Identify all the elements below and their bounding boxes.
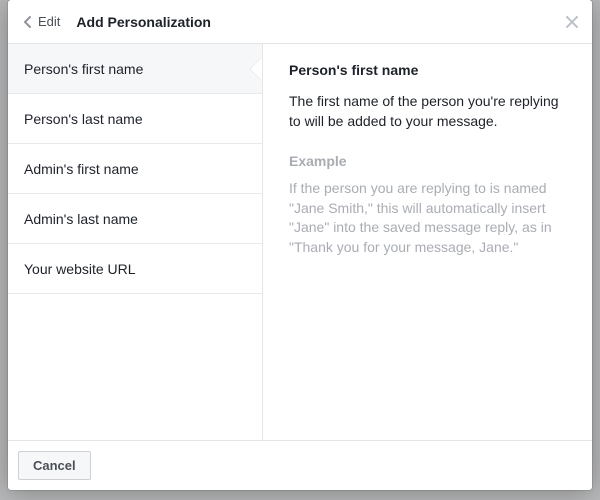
- option-website-url[interactable]: Your website URL: [8, 244, 262, 294]
- cancel-button[interactable]: Cancel: [18, 451, 91, 480]
- modal-titlebar: Edit Add Personalization: [8, 0, 592, 44]
- option-list: Person's first name Person's last name A…: [8, 44, 263, 440]
- example-heading: Example: [289, 153, 570, 169]
- modal-title: Add Personalization: [76, 14, 211, 30]
- detail-panel: Person's first name The first name of th…: [263, 44, 592, 440]
- example-text: If the person you are replying to is nam…: [289, 179, 570, 257]
- detail-title: Person's first name: [289, 62, 570, 78]
- close-icon: [566, 16, 578, 28]
- chevron-left-icon: [20, 14, 36, 30]
- option-admins-first-name[interactable]: Admin's first name: [8, 144, 262, 194]
- detail-description: The first name of the person you're repl…: [289, 92, 570, 131]
- modal-body: Person's first name Person's last name A…: [8, 44, 592, 440]
- option-label: Admin's first name: [24, 161, 139, 177]
- option-label: Person's first name: [24, 61, 143, 77]
- option-label: Admin's last name: [24, 211, 138, 227]
- option-persons-last-name[interactable]: Person's last name: [8, 94, 262, 144]
- back-button[interactable]: Edit: [16, 10, 68, 34]
- option-label: Person's last name: [24, 111, 143, 127]
- back-label: Edit: [38, 14, 60, 29]
- option-persons-first-name[interactable]: Person's first name: [8, 44, 262, 94]
- option-label: Your website URL: [24, 261, 136, 277]
- close-button[interactable]: [560, 10, 584, 34]
- modal-footer: Cancel: [8, 440, 592, 490]
- option-admins-last-name[interactable]: Admin's last name: [8, 194, 262, 244]
- personalization-modal: Edit Add Personalization Person's first …: [8, 0, 592, 490]
